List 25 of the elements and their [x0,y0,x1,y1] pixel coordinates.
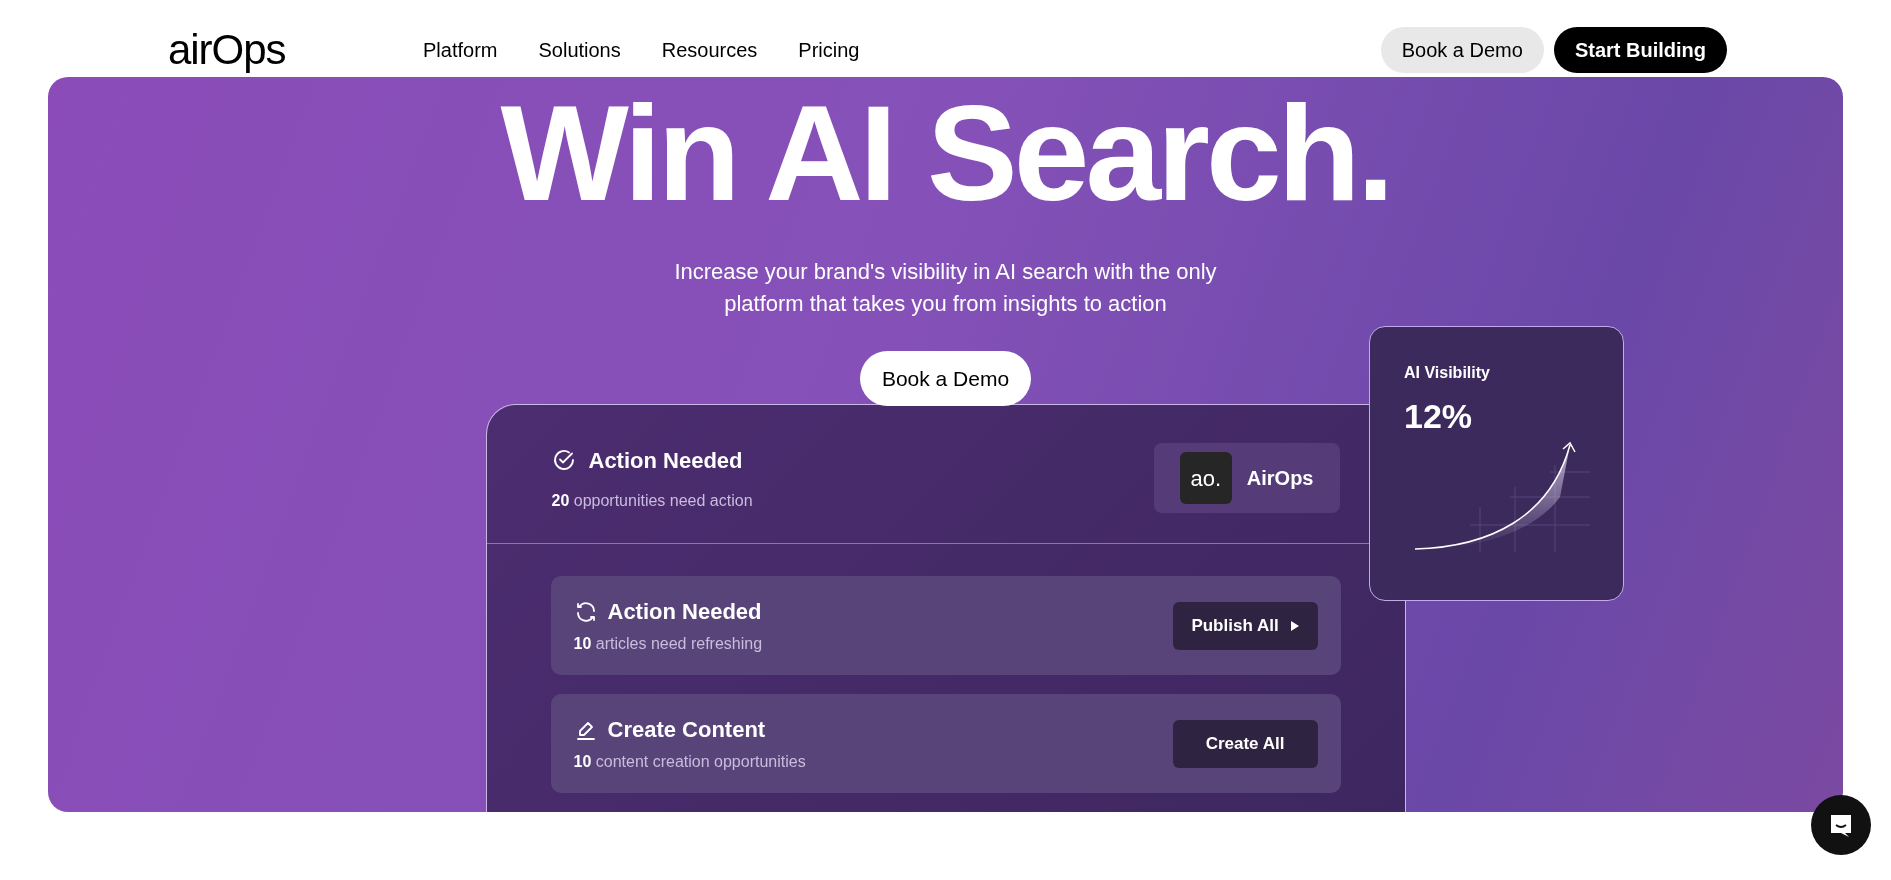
task-title: Action Needed [607,598,762,626]
action-button[interactable]: Publish All [1172,601,1318,650]
start-building-button[interactable]: Start Building [1553,26,1727,73]
nav-link[interactable]: Pricing [798,34,860,65]
nav-link[interactable]: Platform [423,34,498,65]
visibility-value: 12% [1404,396,1474,437]
chat-button[interactable] [1811,795,1871,855]
visibility-label: AI Visibility [1404,363,1491,383]
panel-title: Action Needed [588,446,743,475]
hero-subtitle: Increase your brand's visibility in AI search with the only platform that takes you from insights to action [673,258,1218,318]
hero-title: Win AI Search. [500,85,1391,221]
chat-icon [1828,812,1854,838]
caret-icon [1290,620,1299,631]
task-text: 10 content creation opportunities [573,752,806,772]
action-button[interactable]: Create All [1172,719,1318,768]
brand-logo: ao. [1179,452,1232,504]
logo[interactable]: airOps [168,28,423,71]
brand-name: AirOps [1246,466,1314,491]
book-demo-button[interactable]: Book a Demo [859,351,1032,406]
nav-link[interactable]: Solutions [538,34,621,65]
book-demo-button[interactable]: Book a Demo [1380,26,1544,73]
task-text: 10 articles need refreshing [573,634,763,654]
nav-link[interactable]: Resources [661,34,758,65]
task-title: Create Content [607,716,766,744]
opportunities-text: 20 opportunities need action [551,490,753,511]
